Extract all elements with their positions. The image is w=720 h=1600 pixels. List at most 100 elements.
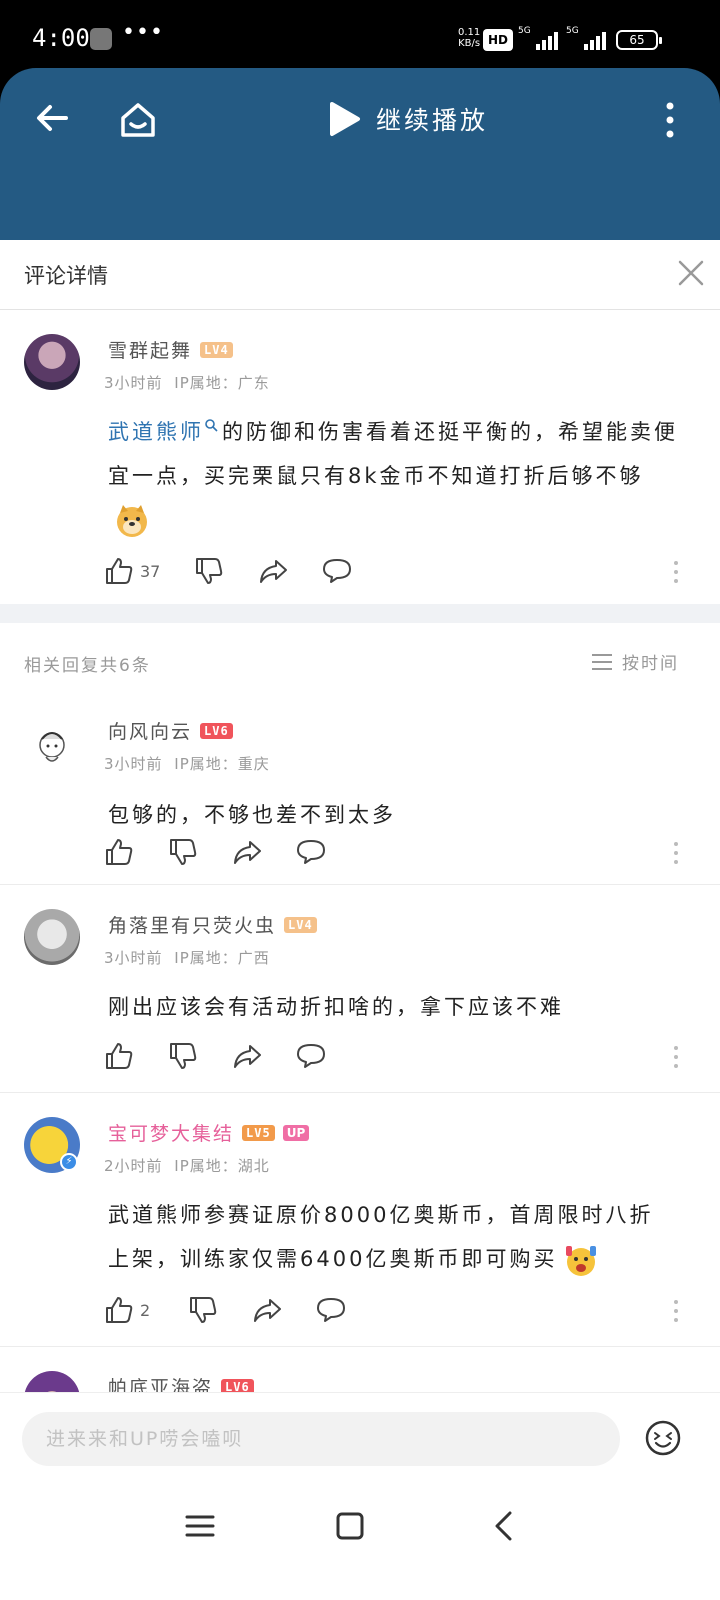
menu-icon[interactable] (182, 1508, 218, 1544)
dislike-button[interactable] (168, 837, 232, 867)
continue-play-button[interactable]: 继续播放 (328, 98, 488, 140)
network-speed-unit: KB/s (458, 38, 481, 49)
sort-by-time-button[interactable]: 按时间 (590, 649, 679, 674)
reply-item: 向风向云 LV6 3小时前 IP属地：重庆 包够的，不够也差不到太多 (0, 697, 720, 885)
comment-meta: 3小时前 IP属地：广西 (104, 949, 270, 967)
video-header: 继续播放 (0, 68, 720, 240)
home-square-icon[interactable] (332, 1508, 368, 1544)
replies-count: 相关回复共6条 (24, 656, 151, 676)
thumbs-down-icon (196, 558, 223, 584)
more-vertical-icon[interactable] (664, 100, 676, 140)
topic-link[interactable]: 武道熊师 (108, 420, 204, 444)
back-chevron-icon[interactable] (486, 1508, 522, 1544)
comment-more-icon[interactable] (672, 1045, 680, 1069)
home-icon[interactable] (118, 100, 158, 140)
dislike-button[interactable] (168, 1041, 232, 1071)
comment-bubble-icon (297, 840, 325, 864)
root-comment: 雪群起舞 LV4 3小时前 IP属地：广东 武道熊师 的防御和伤害看着还挺平衡的，… (0, 310, 720, 604)
reply-button[interactable] (296, 1041, 360, 1071)
thumbs-down-icon (170, 839, 197, 865)
comment-more-icon[interactable] (672, 560, 680, 584)
reply-item: ⚡ 宝可梦大集结 LV5 UP 2小时前 IP属地：湖北 武道熊师参赛证原价80… (0, 1093, 720, 1347)
comment-meta: 3小时前 IP属地：广东 (104, 374, 270, 392)
comment-content: 刚出应该会有活动折扣啥的，拿下应该不难 (108, 995, 564, 1019)
avatar[interactable] (24, 717, 80, 773)
network-speed-value: 0.11 (458, 27, 481, 38)
level-badge: LV4 (284, 916, 317, 933)
like-count: 37 (140, 561, 161, 581)
reply-button[interactable] (316, 1295, 380, 1325)
more-notifications-icon: ••• (122, 20, 164, 45)
emoji-picker-icon[interactable] (644, 1419, 682, 1457)
notification-app-icon (90, 28, 112, 50)
comment-more-icon[interactable] (672, 841, 680, 865)
comment-detail-sheet: 评论详情 雪群起舞 LV4 3小时前 IP属地：广东 武道熊师 的防御和伤害看着还… (0, 240, 720, 1416)
dislike-button[interactable] (194, 556, 258, 586)
status-time: 4:00 (32, 24, 90, 52)
username[interactable]: 宝可梦大集结 (108, 1119, 234, 1146)
up-badge: UP (282, 1124, 310, 1141)
sort-list-icon (592, 653, 612, 670)
like-button[interactable] (104, 1041, 168, 1071)
comment-actions: 2 (104, 1293, 694, 1327)
sheet-title: 评论详情 (24, 264, 108, 288)
comment-actions (104, 835, 694, 869)
sort-label: 按时间 (622, 654, 679, 674)
level-badge: LV6 (200, 722, 233, 739)
thumbs-up-icon (106, 839, 133, 865)
play-icon (330, 102, 360, 136)
comment-more-icon[interactable] (672, 1299, 680, 1323)
username[interactable]: 雪群起舞 (108, 336, 192, 363)
battery-level: 65 (629, 33, 645, 47)
comment-input[interactable]: 进来来和UP唠会嗑呗 (22, 1412, 620, 1466)
network-type: 5G (518, 26, 531, 36)
thumbs-down-icon (190, 1297, 217, 1323)
signal-icon: 5G (518, 26, 558, 50)
search-icon (205, 419, 218, 432)
comment-meta: 3小时前 IP属地：重庆 (104, 755, 270, 773)
close-icon[interactable] (676, 258, 706, 288)
level-badge: LV5 (242, 1124, 275, 1141)
network-type-2: 5G (566, 26, 579, 36)
avatar[interactable] (24, 334, 80, 390)
comment-actions (104, 1039, 694, 1073)
dislike-button[interactable] (188, 1295, 252, 1325)
comment-actions: 37 (104, 554, 694, 588)
share-button[interactable] (252, 1295, 316, 1325)
avatar[interactable]: ⚡ (24, 1117, 80, 1173)
back-arrow-icon[interactable] (32, 98, 72, 138)
username[interactable]: 角落里有只荧火虫 (108, 911, 276, 938)
hd-voice-icon: HD (483, 29, 513, 51)
verified-badge-icon: ⚡ (60, 1153, 78, 1171)
comment-bubble-icon (317, 1298, 345, 1322)
reply-button[interactable] (296, 837, 360, 867)
comment-content: 武道熊师参赛证原价8000亿奥斯币，首周限时八折上架，训练家仅需6400亿奥斯币… (108, 1193, 668, 1281)
battery-icon: 65 (616, 30, 662, 50)
replies-header: 相关回复共6条 按时间 (0, 623, 720, 697)
network-speed: 0.11 KB/s (458, 27, 480, 49)
comment-bubble-icon (323, 559, 351, 583)
reply-button[interactable] (322, 556, 386, 586)
share-button[interactable] (258, 556, 322, 586)
doge-emoji-icon (117, 505, 147, 537)
share-icon (254, 1299, 281, 1322)
thumbs-up-icon (106, 1043, 133, 1069)
username[interactable]: 向风向云 (108, 717, 192, 744)
like-button[interactable]: 37 (104, 556, 194, 586)
thumbs-down-icon (170, 1043, 197, 1069)
like-button[interactable] (104, 837, 168, 867)
avatar[interactable] (24, 909, 80, 965)
share-button[interactable] (232, 837, 296, 867)
comment-content: 武道熊师 的防御和伤害看着还挺平衡的，希望能卖便宜一点，买完栗鼠只有8k金币不知道… (108, 410, 678, 542)
reply-user-row: 角落里有只荧火虫 LV4 (108, 911, 317, 938)
reply-item: 角落里有只荧火虫 LV4 3小时前 IP属地：广西 刚出应该会有活动折扣啥的，拿… (0, 885, 720, 1093)
like-button[interactable]: 2 (104, 1295, 188, 1325)
signal-icon-2: 5G (566, 26, 606, 50)
like-count: 2 (140, 1300, 151, 1320)
comment-input-bar: 进来来和UP唠会嗑呗 (0, 1392, 720, 1484)
section-divider (0, 604, 720, 623)
share-icon (260, 560, 287, 583)
level-badge: LV4 (200, 341, 233, 358)
continue-play-label: 继续播放 (376, 106, 489, 135)
share-button[interactable] (232, 1041, 296, 1071)
